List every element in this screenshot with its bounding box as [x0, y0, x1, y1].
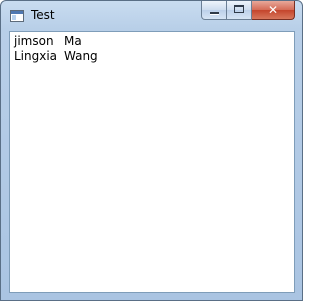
maximize-icon: [234, 5, 244, 13]
title-bar[interactable]: Test ✕: [1, 1, 302, 31]
minimize-icon: [210, 12, 219, 14]
first-name: Lingxia: [14, 49, 58, 63]
first-name: jimson: [14, 34, 54, 48]
list-item[interactable]: jimson Ma: [11, 34, 293, 49]
window-title: Test: [31, 8, 55, 22]
maximize-button[interactable]: [227, 1, 252, 20]
list-box[interactable]: jimson Ma Lingxia Wang: [9, 31, 295, 293]
list-item[interactable]: Lingxia Wang: [11, 49, 293, 64]
last-name: Wang: [64, 49, 98, 63]
last-name: Ma: [64, 34, 82, 48]
minimize-button[interactable]: [201, 1, 227, 20]
close-button[interactable]: ✕: [252, 1, 295, 20]
caption-buttons: ✕: [201, 1, 295, 21]
close-icon: ✕: [267, 3, 279, 17]
name-list: jimson Ma Lingxia Wang: [11, 34, 293, 291]
app-window: Test ✕ jimson Ma Lingxia Wang: [0, 0, 303, 301]
window-app-icon[interactable]: [10, 10, 24, 22]
